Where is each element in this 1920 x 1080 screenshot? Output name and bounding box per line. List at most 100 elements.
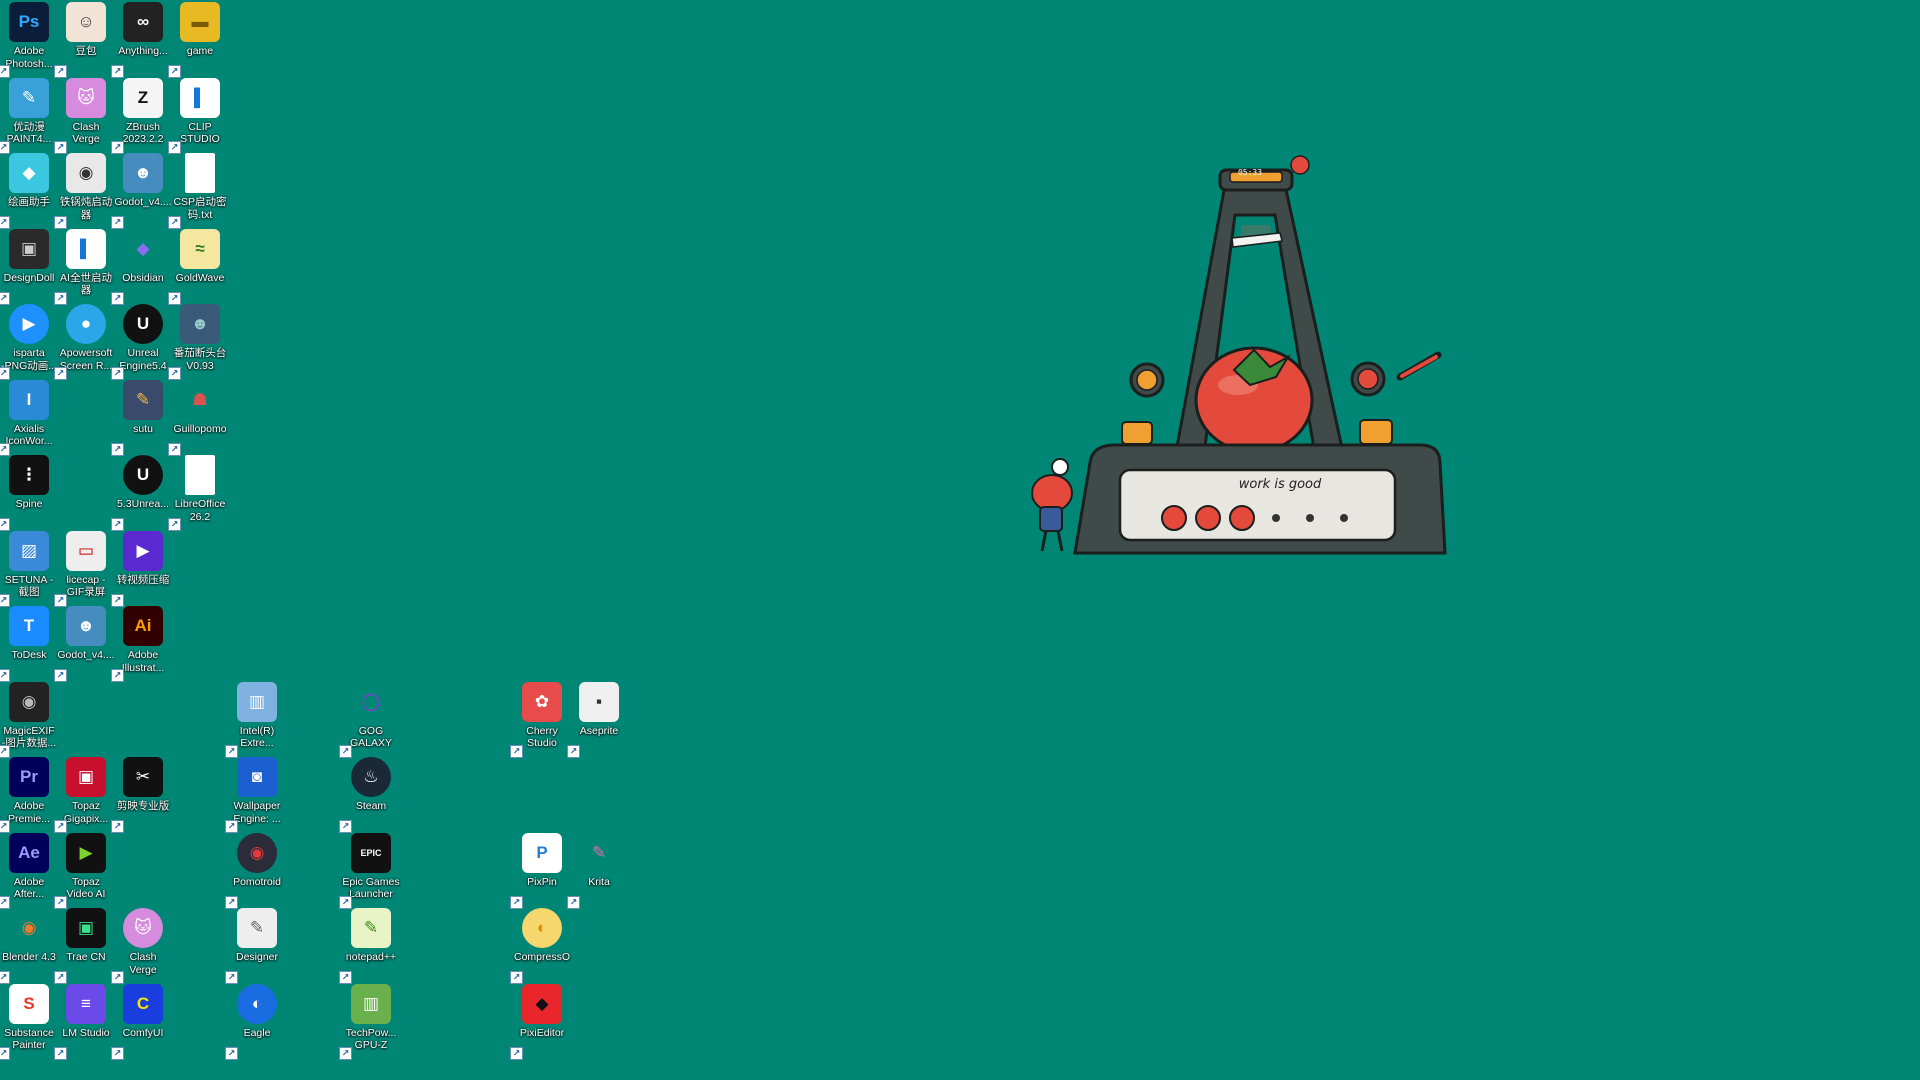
desktop-shortcut[interactable]: ◙ ↗ Wallpaper Engine: ...	[225, 757, 286, 833]
pomodoro-widget[interactable]: 05:33 work is good	[1020, 145, 1450, 565]
desktop-shortcut[interactable]: ▭ ↗ licecap - GIF录屏	[54, 530, 115, 607]
desktop-shortcut[interactable]: ◐ ↗ Eagle	[225, 983, 286, 1060]
desktop-shortcut[interactable]: ✎ ↗ sutu	[111, 379, 172, 456]
desktop-shortcut[interactable]: ☻ ↗ Godot_v4....	[111, 153, 172, 229]
desktop-shortcut[interactable]: P ↗ PixPin	[510, 832, 571, 909]
desktop-shortcut[interactable]: ▣ ↗ Topaz Gigapix...	[54, 757, 115, 833]
desktop-shortcut[interactable]: Ae ↗ Adobe After...	[0, 832, 58, 909]
desktop-shortcut[interactable]: ◆ ↗ Obsidian	[111, 228, 172, 305]
desktop-shortcut[interactable]: ▥ ↗ TechPow... GPU-Z	[339, 983, 400, 1060]
desktop-shortcut[interactable]: ▨ ↗ SETUNA - 截图	[0, 530, 58, 607]
anything-llm-icon: ∞	[123, 2, 163, 42]
task-text[interactable]: work is good	[1170, 477, 1390, 492]
desktop-shortcut[interactable]: I ↗ Axialis IconWor...	[0, 379, 58, 456]
desktop-shortcut[interactable]: ◆ ↗ 绘画助手	[0, 153, 58, 229]
desktop-shortcut[interactable]: Pr ↗ Adobe Premie...	[0, 757, 58, 833]
desktop-shortcut[interactable]: ◉ ↗ Blender 4.3	[0, 908, 58, 984]
substance-painter-icon: S	[9, 983, 49, 1024]
desktop-shortcut[interactable]: ☗ ↗ Guillopomo	[168, 379, 229, 456]
desktop-shortcut[interactable]: ☻ ↗ Godot_v4....	[54, 606, 115, 682]
desktop-shortcut[interactable]: ≈ ↗ GoldWave	[168, 228, 229, 305]
desktop-shortcut[interactable]: C ↗ ComfyUI	[111, 983, 172, 1060]
topaz-video-icon: ▶	[66, 832, 106, 873]
desktop-shortcut[interactable]: ● ↗ Apowersoft Screen R...	[54, 304, 115, 380]
desktop-shortcut[interactable]: 🐱 ↗ Clash Verge	[54, 77, 115, 154]
desktop-shortcut[interactable]: ↗ CSP启动密 码.txt	[168, 153, 229, 229]
desktop-shortcut[interactable]: ✿ ↗ Cherry Studio	[510, 681, 571, 758]
desktop-shortcut[interactable]: ▬ ↗ game	[168, 2, 229, 78]
desktop-shortcut[interactable]: ▥ ↗ Intel(R) Extre...	[225, 681, 286, 758]
desktop-shortcut[interactable]: ≡ ↗ LM Studio	[54, 983, 115, 1060]
designer-icon: ✎	[237, 908, 277, 948]
desktop-shortcut[interactable]: U ↗ 5.3Unrea...	[111, 455, 172, 531]
shortcut-arrow-icon: ↗	[111, 367, 124, 380]
desktop-shortcut[interactable]: ♨ ↗ Steam	[339, 757, 400, 833]
desktop-shortcut-label: Trae CN	[66, 951, 106, 963]
desktop-shortcut[interactable]: ▌ ↗ AI全世启动器	[54, 228, 115, 305]
illustrator-icon: Ai	[123, 606, 163, 646]
desktop-shortcut-label: Anything...	[118, 45, 168, 57]
gpu-z-icon: ▥	[351, 983, 391, 1024]
desktop-shortcut[interactable]: ▣ ↗ DesignDoll	[0, 228, 58, 305]
desktop-shortcut[interactable]: ▣ ↗ Trae CN	[54, 908, 115, 984]
desktop-shortcut-label: ToDesk	[11, 649, 47, 661]
after-effects-icon: Ae	[9, 832, 49, 873]
desktop-shortcut[interactable]: ✎ ↗ notepad++	[339, 908, 400, 984]
desktop-shortcut[interactable]: ☺ ↗ 豆包	[54, 2, 115, 78]
guillopomo-icon: ☗	[180, 379, 220, 420]
capcut-icon: ✂	[123, 757, 163, 797]
clip-studio-icon: ▌	[180, 77, 220, 118]
shortcut-arrow-icon: ↗	[54, 593, 67, 607]
compresso-icon: ◐	[522, 908, 562, 948]
desktop-shortcut[interactable]: Ai ↗ Adobe Illustrat...	[111, 606, 172, 682]
shortcut-arrow-icon: ↗	[225, 744, 238, 758]
shortcut-arrow-icon: ↗	[0, 820, 10, 833]
desktop-shortcut[interactable]: ✂ ↗ 剪映专业版	[111, 757, 172, 833]
desktop-shortcut-label: Krita	[588, 875, 610, 888]
shortcut-arrow-icon: ↗	[111, 291, 124, 305]
desktop-shortcut-label: notepad++	[345, 951, 397, 963]
desktop-shortcut[interactable]: ▪ ↗ Aseprite	[567, 681, 628, 758]
desktop-shortcut[interactable]: ⋮ ↗ Spine	[0, 455, 58, 531]
shortcut-arrow-icon: ↗	[111, 216, 124, 229]
desktop-shortcut-label: 转视频压缩	[116, 573, 170, 586]
desktop-shortcut[interactable]: ◉ ↗ MagicEXIF -图片数据...	[0, 681, 58, 758]
desktop-shortcut[interactable]: Z ↗ ZBrush 2023.2.2	[111, 77, 172, 154]
desktop-shortcut-label: Steam	[355, 800, 387, 812]
desktop-shortcut[interactable]: ∞ ↗ Anything...	[111, 2, 172, 78]
desktop-shortcut[interactable]: ◯ ↗ GOG GALAXY	[339, 681, 400, 758]
desktop-shortcut[interactable]: ▶ ↗ Topaz Video AI	[54, 832, 115, 909]
desktop-shortcut[interactable]: ✎ ↗ 优动漫 PAINT4...	[0, 77, 58, 154]
desktop-shortcut[interactable]: ◉ ↗ Pomotroid	[225, 832, 286, 909]
desktop-shortcut-label: sutu	[133, 422, 153, 435]
shortcut-arrow-icon: ↗	[0, 216, 10, 229]
shortcut-arrow-icon: ↗	[0, 518, 10, 531]
desktop-shortcut[interactable]: S ↗ Substance Painter	[0, 983, 58, 1060]
shortcut-arrow-icon: ↗	[54, 291, 67, 305]
desktop-shortcut[interactable]: ✎ ↗ Krita	[567, 832, 628, 909]
guillotine-illustration	[1031, 155, 1447, 555]
trae-icon: ▣	[66, 908, 106, 948]
setuna-icon: ▨	[9, 530, 49, 571]
pomodoro-complete-dot	[1161, 505, 1187, 531]
shortcut-arrow-icon: ↗	[54, 216, 67, 229]
desktop-shortcut[interactable]: ✎ ↗ Designer	[225, 908, 286, 984]
desktop-shortcut[interactable]: ◐ ↗ CompressO	[510, 908, 571, 984]
desktop-shortcut[interactable]: T ↗ ToDesk	[0, 606, 58, 682]
desktop-shortcut[interactable]: EPIC ↗ Epic Games Launcher	[339, 832, 400, 909]
folder-icon: ▬	[180, 2, 220, 42]
desktop-shortcut-label: GoldWave	[175, 271, 225, 284]
desktop-shortcut[interactable]: 🐱 ↗ Clash Verge	[111, 908, 172, 984]
desktop-shortcut[interactable]: Ps ↗ Adobe Photosh...	[0, 2, 58, 78]
desktop-shortcut[interactable]: ☻ ↗ 番茄断头台 V0.93	[168, 304, 229, 380]
desktop-shortcut[interactable]: ↗ LibreOffice 26.2	[168, 455, 229, 531]
desktop-shortcut[interactable]: ◉ ↗ 铁锅炖启动 器	[54, 153, 115, 229]
desktop-shortcut[interactable]: ▶ ↗ isparta -PNG动画...	[0, 304, 58, 380]
shortcut-arrow-icon: ↗	[54, 1046, 67, 1060]
shortcut-arrow-icon: ↗	[168, 291, 181, 305]
desktop-shortcut[interactable]: ▌ ↗ CLIP STUDIO	[168, 77, 229, 154]
desktop-shortcut[interactable]: U ↗ Unreal Engine5.4	[111, 304, 172, 380]
desktop-shortcut[interactable]: ▶ ↗ 转视频压缩	[111, 530, 172, 607]
shortcut-arrow-icon: ↗	[339, 744, 352, 758]
desktop-shortcut[interactable]: ◆ ↗ PixiEditor	[510, 983, 571, 1060]
